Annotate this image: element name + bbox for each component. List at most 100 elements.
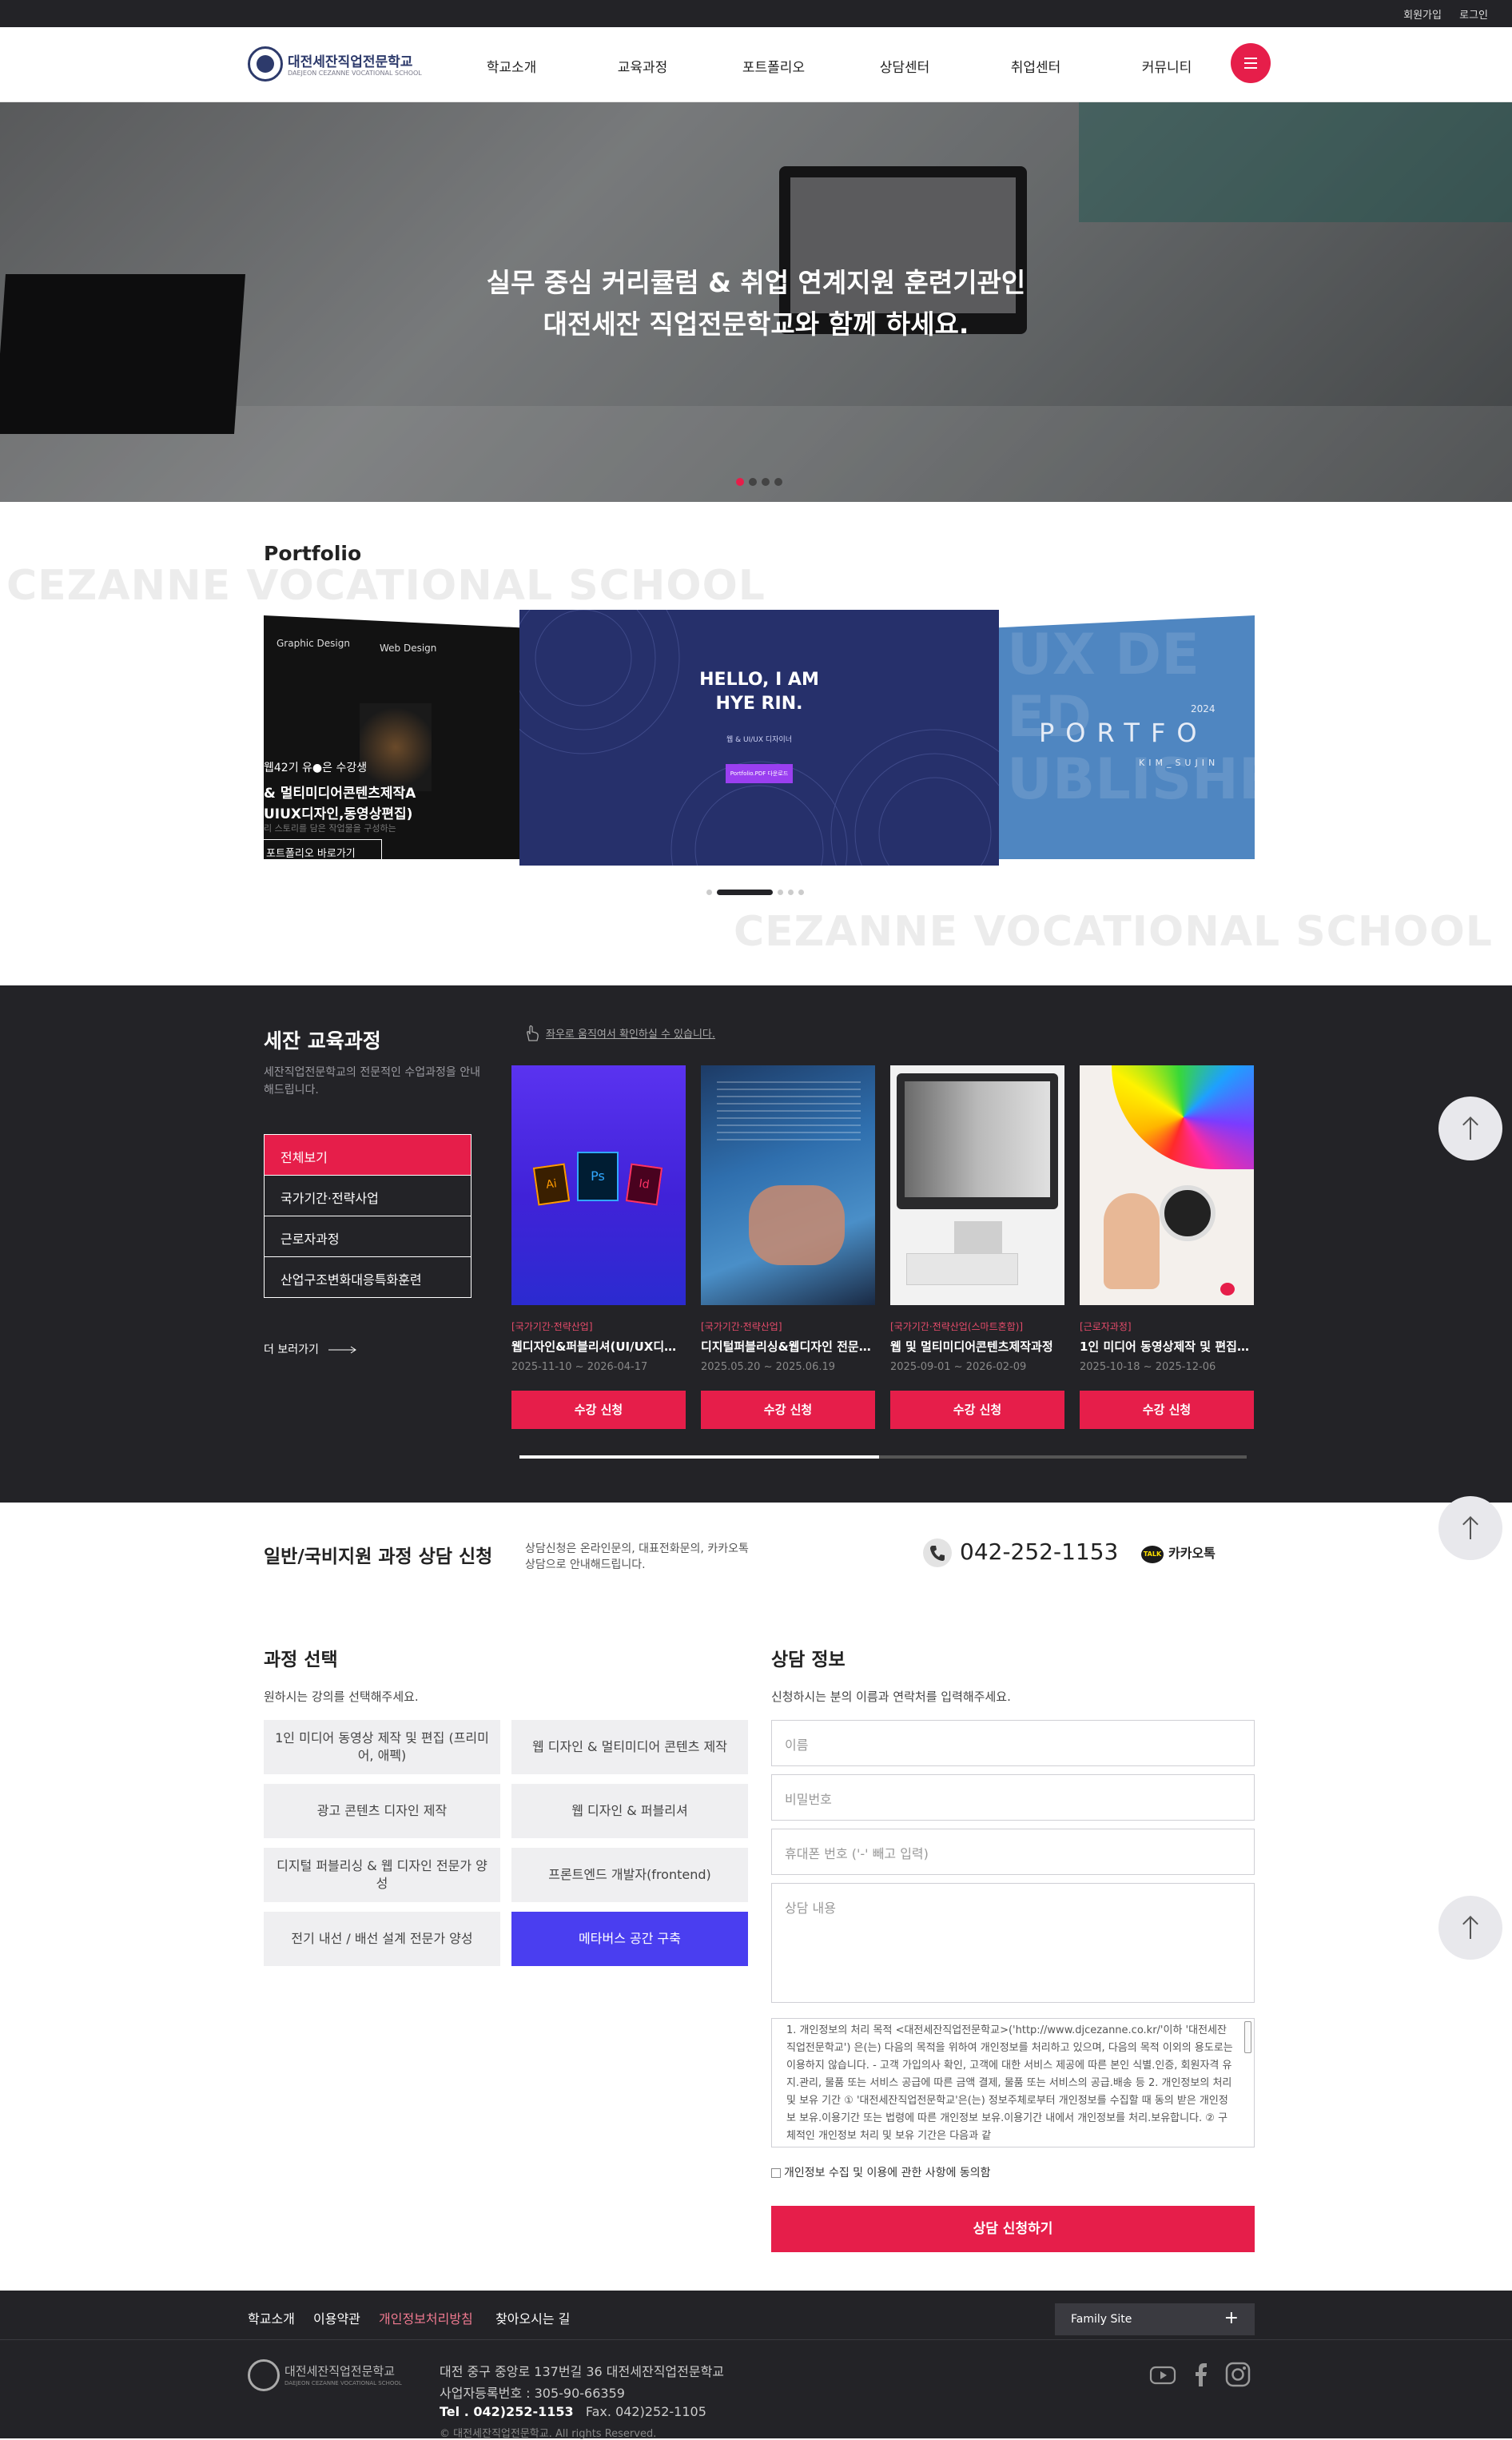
course-image-coding	[701, 1065, 875, 1305]
portfolio-dot[interactable]	[706, 890, 712, 895]
course-image-imac	[890, 1065, 1064, 1305]
hero-dot-2[interactable]	[749, 478, 757, 486]
nav-item-portfolio[interactable]: 포트폴리오	[726, 56, 822, 76]
portfolio-card-right[interactable]: UX DE ED UBLISHE 2024 PORTFO KIM_SUJIN	[999, 615, 1255, 859]
scroll-top-button[interactable]	[1438, 1097, 1502, 1160]
swipe-hand-icon	[523, 1024, 541, 1041]
instagram-icon[interactable]	[1224, 2361, 1251, 2388]
nav-item-about[interactable]: 학교소개	[464, 56, 559, 76]
course-option[interactable]: 1인 미디어 동영상 제작 및 편집 (프리미어, 애펙)	[264, 1720, 500, 1774]
footer-logo-name: 대전세잔직업전문학교	[284, 2364, 396, 2378]
illustrator-icon: Ai	[532, 1163, 571, 1206]
youtube-icon[interactable]	[1149, 2361, 1176, 2388]
enroll-button[interactable]: 수강 신청	[701, 1391, 875, 1429]
course-option[interactable]: 광고 콘텐츠 디자인 제작	[264, 1784, 500, 1838]
hero-dot-4[interactable]	[774, 478, 782, 486]
card-title-1: & 멀티미디어콘텐츠제작A	[264, 786, 416, 802]
course-card[interactable]: [근로자과정] 1인 미디어 동영상제작 및 편집(프리미어) 2025-10-…	[1080, 1065, 1254, 1429]
footer-fax: Fax. 042)252-1105	[585, 2404, 706, 2419]
agree-checkbox-row[interactable]: 개인정보 수집 및 이용에 관한 사항에 동의함	[771, 2164, 991, 2180]
scroll-top-button[interactable]	[1438, 1496, 1502, 1560]
category-industry[interactable]: 산업구조변화대응특화훈련	[264, 1256, 472, 1298]
course-tag: [국가기간·전략산업]	[511, 1321, 593, 1332]
facebook-icon[interactable]	[1188, 2361, 1215, 2388]
portfolio-pagination	[706, 890, 804, 895]
nav-item-consult[interactable]: 상담센터	[857, 56, 953, 76]
course-scrollbar-thumb[interactable]	[519, 1455, 879, 1459]
enroll-button[interactable]: 수강 신청	[890, 1391, 1064, 1429]
portfolio-link-button[interactable]: 포트폴리오 바로가기	[264, 839, 382, 859]
course-date: 2025-11-10 ~ 2026-04-17	[511, 1361, 648, 1373]
course-card[interactable]: Ai Ps Id [국가기간·전략산업] 웹디자인&퍼블리셔(UI/UX디자인)…	[511, 1065, 686, 1429]
content-textarea[interactable]: 상담 내용	[771, 1883, 1255, 2003]
watermark-text: CEZANNE VOCATIONAL SCHOOL	[6, 562, 766, 610]
hands-image	[749, 1185, 845, 1265]
course-card[interactable]: [국가기간·전략산업(스마트혼합)] 웹 및 멀티미디어콘텐츠제작과정 2025…	[890, 1065, 1064, 1429]
card-tab-web: Web Design	[380, 643, 437, 654]
enroll-button[interactable]: 수강 신청	[1080, 1391, 1254, 1429]
footer-link-location[interactable]: 찾아오시는 길	[495, 2308, 570, 2327]
kakao-consult-link[interactable]: TALK 카카오톡	[1141, 1542, 1216, 1563]
category-worker[interactable]: 근로자과정	[264, 1216, 472, 1257]
agree-label: 개인정보 수집 및 이용에 관한 사항에 동의함	[784, 2167, 991, 2179]
footer-copyright: © 대전세잔직업전문학교. All rights Reserved.	[440, 2428, 657, 2440]
camera-lens-image	[1160, 1185, 1216, 1241]
card-subtitle: 웹42기 유●은 수강생	[264, 762, 368, 774]
nav-item-community[interactable]: 커뮤니티	[1119, 56, 1215, 76]
portfolio-owner: KIM_SUJIN	[1139, 758, 1220, 768]
portfolio-dot[interactable]	[778, 890, 783, 895]
footer-link-privacy[interactable]: 개인정보처리방침	[379, 2308, 473, 2327]
consult-submit-button[interactable]: 상담 신청하기	[771, 2206, 1255, 2252]
more-label: 더 보러가기	[264, 1343, 319, 1356]
portfolio-dot[interactable]	[788, 890, 794, 895]
nav-item-courses[interactable]: 교육과정	[595, 56, 690, 76]
signup-link[interactable]: 회원가입	[1403, 10, 1442, 22]
course-select-desc: 원하시는 강의를 선택해주세요.	[264, 1690, 419, 1704]
category-national[interactable]: 국가기간·전략사업	[264, 1175, 472, 1216]
course-select-title: 과정 선택	[264, 1650, 338, 1670]
footer-link-terms[interactable]: 이용약관	[313, 2308, 360, 2327]
course-title: 세잔 교육과정	[264, 1029, 381, 1053]
logo-sub: DAEJEON CEZANNE VOCATIONAL SCHOOL	[288, 70, 422, 77]
card-photo	[360, 703, 432, 791]
arrow-right-icon	[328, 1346, 357, 1354]
category-all[interactable]: 전체보기	[264, 1134, 472, 1176]
hero-dot-3[interactable]	[762, 478, 770, 486]
course-tag: [국가기간·전략산업]	[701, 1321, 782, 1332]
keyboard-image	[906, 1253, 1018, 1285]
portfolio-dot-active[interactable]	[717, 890, 773, 895]
portfolio-card-center[interactable]: HELLO, I AM HYE RIN. 웹 & UI/UX 디자이너 Port…	[519, 610, 999, 866]
course-option-selected[interactable]: 메타버스 공간 구축	[511, 1912, 748, 1966]
course-scrollbar[interactable]	[519, 1455, 1247, 1459]
hero-dot-1[interactable]	[736, 478, 744, 486]
course-tag: [국가기간·전략산업(스마트혼합)]	[890, 1321, 1024, 1332]
course-option[interactable]: 전기 내선 / 배선 설계 전문가 양성	[264, 1912, 500, 1966]
course-name: 웹디자인&퍼블리셔(UI/UX디자인)	[511, 1339, 686, 1354]
agree-checkbox[interactable]	[771, 2168, 781, 2178]
course-option[interactable]: 웹 디자인 & 멀티미디어 콘텐츠 제작	[511, 1720, 748, 1774]
hamburger-menu-button[interactable]	[1231, 43, 1271, 83]
course-card[interactable]: [국가기간·전략산업] 디지털퍼블리싱&웹디자인 전문가 양성 2025.05.…	[701, 1065, 875, 1429]
portfolio-card-left[interactable]: Graphic Design Web Design 웹42기 유●은 수강생 &…	[264, 615, 519, 859]
course-option[interactable]: 프론트엔드 개발자(frontend)	[511, 1848, 748, 1902]
scroll-top-button[interactable]	[1438, 1896, 1502, 1960]
family-site-select[interactable]: Family Site +	[1055, 2303, 1255, 2335]
school-logo[interactable]: 대전세잔직업전문학교 DAEJEON CEZANNE VOCATIONAL SC…	[248, 46, 432, 83]
password-field[interactable]: 비밀번호	[771, 1774, 1255, 1821]
pdf-download-button[interactable]: Portfolio.PDF 다운로드	[726, 764, 793, 783]
privacy-terms-box[interactable]: 1. 개인정보의 처리 목적 <대전세잔직업전문학교>('http://www.…	[771, 2018, 1255, 2147]
name-field[interactable]: 이름	[771, 1720, 1255, 1766]
login-link[interactable]: 로그인	[1459, 10, 1488, 22]
footer-link-about[interactable]: 학교소개	[248, 2308, 295, 2327]
terms-scrollbar[interactable]	[1244, 2021, 1251, 2053]
enroll-button[interactable]: 수강 신청	[511, 1391, 686, 1429]
phone-number[interactable]: 042-252-1153	[923, 1538, 1118, 1567]
course-option[interactable]: 디지털 퍼블리싱 & 웹 디자인 전문가 양성	[264, 1848, 500, 1902]
course-option[interactable]: 웹 디자인 & 퍼블리셔	[511, 1784, 748, 1838]
indesign-icon: Id	[625, 1163, 663, 1206]
hero-line1: 실무 중심 커리큘럼 & 취업 연계지원 훈련기관인	[486, 267, 1026, 298]
nav-item-jobs[interactable]: 취업센터	[988, 56, 1084, 76]
portfolio-dot[interactable]	[798, 890, 804, 895]
phone-field[interactable]: 휴대폰 번호 ('-' 빼고 입력)	[771, 1829, 1255, 1875]
more-link[interactable]: 더 보러가기	[264, 1341, 357, 1357]
